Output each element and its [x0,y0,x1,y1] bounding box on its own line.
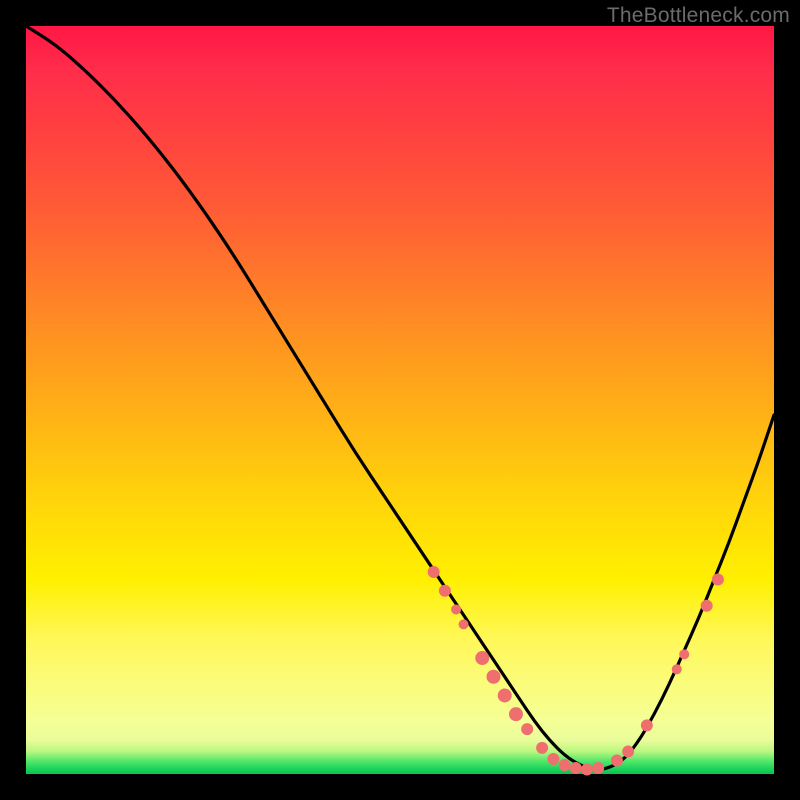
chart-marker [475,651,489,665]
chart-marker [701,600,713,612]
chart-marker [570,762,582,774]
chart-marker [459,619,469,629]
chart-marker [428,566,440,578]
bottleneck-curve [26,26,774,769]
chart-svg [26,26,774,774]
chart-frame [26,26,774,774]
chart-markers [428,566,724,775]
chart-marker [611,755,623,767]
chart-marker [679,649,689,659]
chart-marker [439,585,451,597]
chart-marker [536,742,548,754]
chart-marker [559,759,571,771]
chart-marker [641,719,653,731]
chart-marker [451,604,461,614]
chart-marker [498,688,512,702]
chart-marker [509,707,523,721]
chart-marker [672,664,682,674]
chart-marker [521,723,533,735]
chart-marker [712,574,724,586]
chart-marker [547,753,559,765]
chart-marker [592,762,604,774]
watermark-text: TheBottleneck.com [607,4,790,28]
chart-marker [622,746,634,758]
chart-marker [487,670,501,684]
chart-marker [581,764,593,776]
